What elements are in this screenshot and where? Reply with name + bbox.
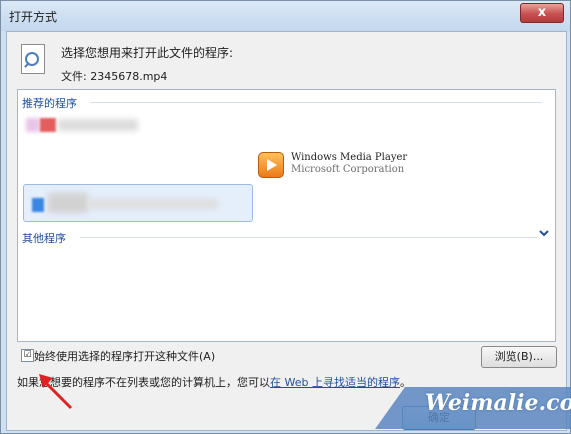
- file-search-icon: [21, 44, 45, 74]
- chevron-down-icon[interactable]: [539, 230, 549, 241]
- program-item-blurred-2-selected[interactable]: [23, 184, 253, 222]
- program-item-blurred-1[interactable]: [24, 114, 146, 136]
- program-vendor: Microsoft Corporation: [291, 164, 405, 175]
- program-label-blurred: [88, 199, 218, 209]
- browse-button[interactable]: 浏览(B)...: [481, 346, 557, 368]
- always-use-label[interactable]: 始终使用选择的程序打开这种文件(A): [34, 348, 215, 364]
- open-with-dialog: 打开方式 x 选择您想用来打开此文件的程序: 文件: 2345678.mp4 推…: [0, 0, 571, 434]
- window-title: 打开方式: [9, 10, 58, 24]
- media-player-icon[interactable]: [258, 152, 284, 178]
- program-list[interactable]: 推荐的程序 Windows Media Player Microsoft Cor…: [17, 89, 556, 342]
- program-icon: [26, 118, 40, 132]
- program-label-blurred: [58, 119, 138, 131]
- section-recommended[interactable]: 推荐的程序: [22, 95, 77, 111]
- file-name: 文件: 2345678.mp4: [61, 70, 168, 83]
- red-arrow-annotation-icon: [39, 374, 73, 410]
- program-name[interactable]: Windows Media Player: [291, 152, 407, 163]
- program-icon: [32, 198, 44, 212]
- prompt-text: 选择您想用来打开此文件的程序:: [61, 46, 234, 60]
- section-divider: [80, 237, 537, 238]
- program-icon: [40, 118, 56, 132]
- always-use-checkbox[interactable]: ☑: [21, 349, 34, 362]
- section-other[interactable]: 其他程序: [22, 230, 66, 246]
- section-divider: [90, 102, 542, 103]
- play-icon: [267, 159, 277, 171]
- program-label-blurred: [48, 193, 88, 213]
- title-bar[interactable]: 打开方式 x: [1, 1, 570, 31]
- close-button[interactable]: x: [520, 3, 564, 23]
- dialog-body: 选择您想用来打开此文件的程序: 文件: 2345678.mp4 推荐的程序 Wi…: [6, 31, 567, 431]
- watermark-text: Weimalie.com: [425, 390, 571, 416]
